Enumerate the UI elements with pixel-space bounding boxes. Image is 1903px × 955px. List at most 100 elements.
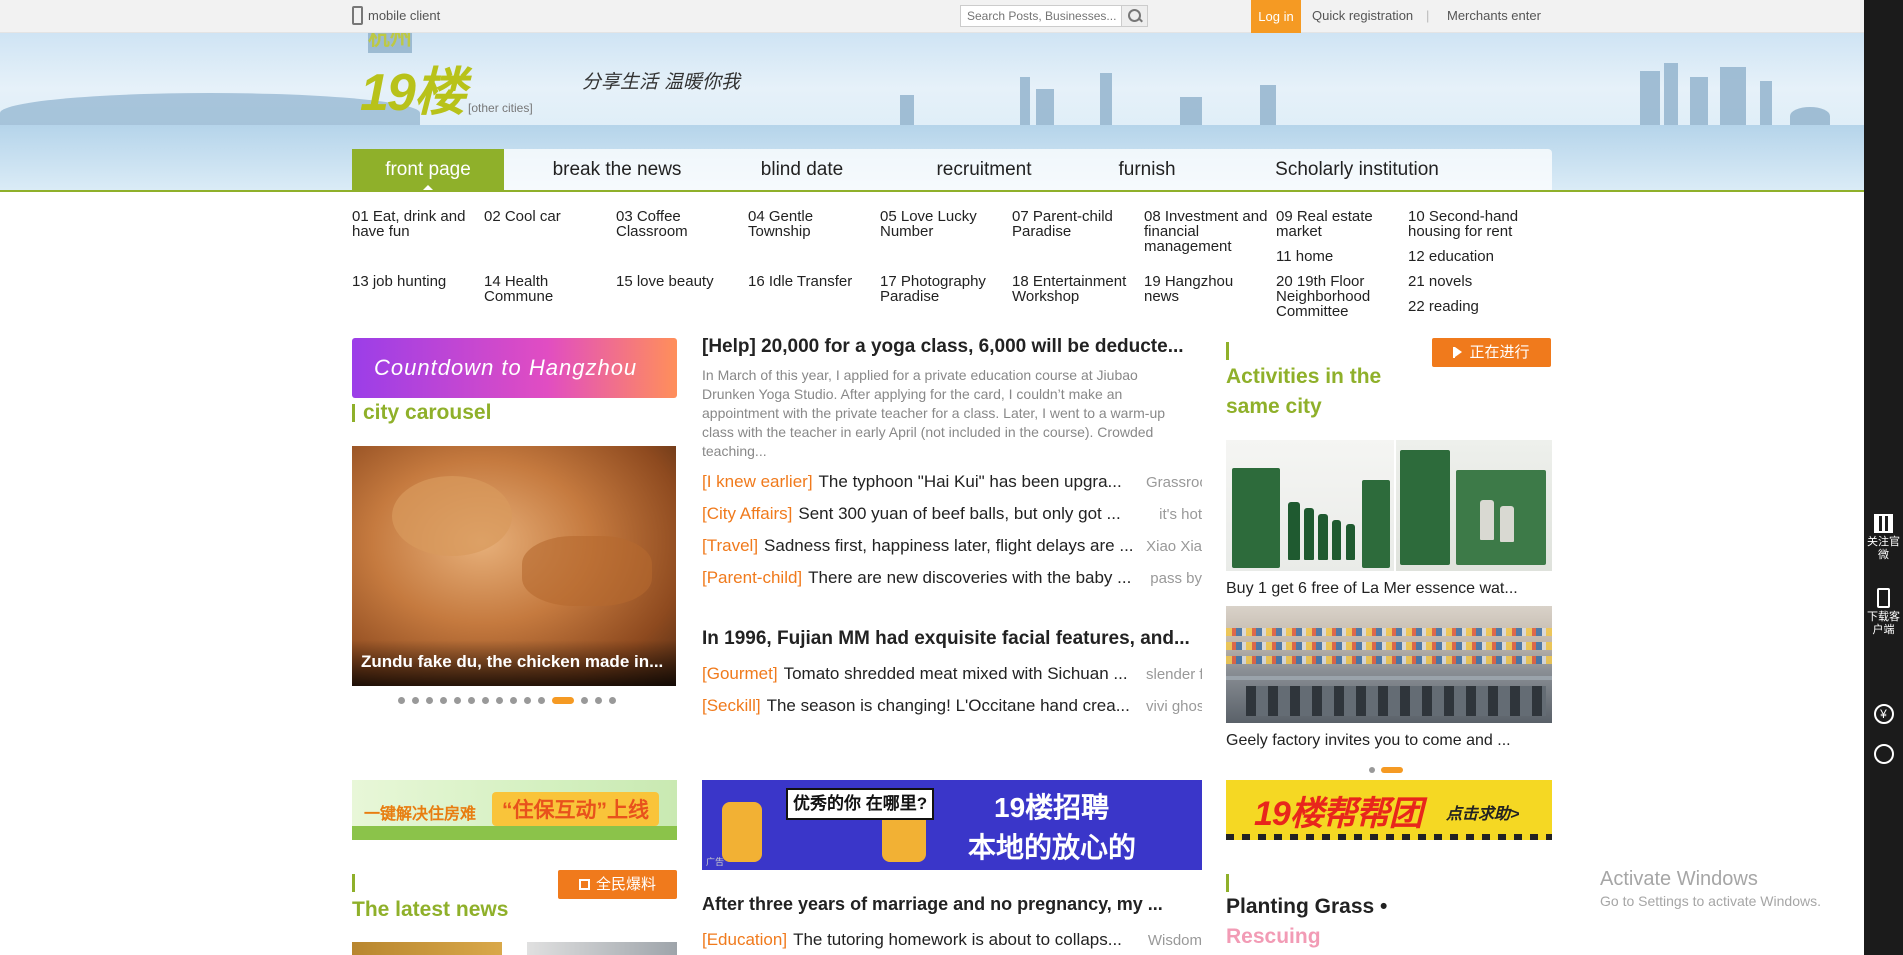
category-link[interactable]: 05 Love Lucky Number <box>880 209 1008 239</box>
category-link[interactable]: 12 education <box>1408 249 1536 264</box>
news-tag[interactable]: [Travel] <box>702 536 758 555</box>
news-tag[interactable]: [Parent-child] <box>702 568 802 587</box>
help-group-ad-banner[interactable]: 19楼帮帮团 点击求助> <box>1226 780 1552 840</box>
carousel-dot[interactable] <box>496 697 503 704</box>
nav-furnish[interactable]: furnish <box>1102 149 1192 191</box>
news-tag[interactable]: [City Affairs] <box>702 504 792 523</box>
carousel-dot[interactable] <box>440 697 447 704</box>
nav-front-page[interactable]: front page <box>352 149 504 191</box>
carousel-dot[interactable] <box>426 697 433 704</box>
nav-scholarly-institution[interactable]: Scholarly institution <box>1267 149 1447 191</box>
news-title[interactable]: Tomato shredded meat mixed with Sichuan … <box>784 664 1128 683</box>
news-row[interactable]: [I knew earlier] The typhoon "Hai Kui" ha… <box>702 472 1202 492</box>
headline-2[interactable]: In 1996, Fujian MM had exquisite facial … <box>702 628 1202 650</box>
news-row[interactable]: [Parent-child] There are new discoveries … <box>702 568 1202 588</box>
ongoing-button[interactable]: 正在进行 <box>1432 338 1551 367</box>
section-bar <box>352 874 355 892</box>
headline-1[interactable]: [Help] 20,000 for a yoga class, 6,000 wi… <box>702 336 1202 358</box>
activity-caption-2[interactable]: Geely factory invites you to come and ..… <box>1226 732 1552 750</box>
news-tag[interactable]: [I knew earlier] <box>702 472 813 491</box>
site-logo[interactable]: 19楼 杭州 <box>360 33 466 119</box>
carousel-dot[interactable] <box>538 697 545 704</box>
carousel-dot-active[interactable] <box>1381 767 1403 773</box>
activity-dots <box>1369 767 1403 773</box>
carousel-dot[interactable] <box>454 697 461 704</box>
mobile-client-link[interactable]: mobile client <box>352 0 440 31</box>
carousel-dot[interactable] <box>524 697 531 704</box>
category-link[interactable]: 19 Hangzhou news <box>1144 274 1272 304</box>
carousel-dot[interactable] <box>468 697 475 704</box>
category-link[interactable]: 07 Parent-child Paradise <box>1012 209 1140 239</box>
news-title[interactable]: The tutoring homework is about to collap… <box>793 930 1122 949</box>
customer-service-button[interactable] <box>1864 744 1903 764</box>
news-row[interactable]: [City Affairs] Sent 300 yuan of beef ball… <box>702 504 1202 524</box>
news-row[interactable]: [Seckill] The season is changing! L'Occit… <box>702 696 1202 716</box>
category-link[interactable]: 14 Health Commune <box>484 274 612 304</box>
category-link[interactable]: 16 Idle Transfer <box>748 274 876 289</box>
recruitment-ad-banner[interactable]: 优秀的你 在哪里? 19楼招聘 本地的放心的 广告 <box>702 780 1202 870</box>
report-news-button[interactable]: 全民爆料 <box>558 870 677 899</box>
headline-3[interactable]: After three years of marriage and no pre… <box>702 894 1202 915</box>
category-link[interactable]: 13 job hunting <box>352 274 480 289</box>
merchants-enter-link[interactable]: Merchants enter <box>1447 0 1541 31</box>
carousel-dot[interactable] <box>412 697 419 704</box>
carousel-dot[interactable] <box>510 697 517 704</box>
yen-button[interactable]: ¥ <box>1864 704 1903 724</box>
category-link[interactable]: 04 Gentle Township <box>748 209 876 239</box>
category-link[interactable]: 09 Real estate market <box>1276 209 1404 239</box>
category-link[interactable]: 11 home <box>1276 249 1404 264</box>
category-link[interactable]: 02 Cool car <box>484 209 612 224</box>
activity-image-factory[interactable] <box>1226 606 1552 723</box>
news-row[interactable]: [Education] The tutoring homework is abou… <box>702 930 1202 950</box>
category-link[interactable]: 15 love beauty <box>616 274 744 289</box>
latest-news-thumbnail[interactable] <box>352 942 502 955</box>
category-link[interactable]: 17 Photography Paradise <box>880 274 1008 304</box>
follow-official-button[interactable]: 关注官微 <box>1864 514 1903 562</box>
carousel-dot[interactable] <box>595 697 602 704</box>
carousel-caption[interactable]: Zundu fake du, the chicken made in... <box>352 640 676 686</box>
carousel-dot[interactable] <box>609 697 616 704</box>
carousel-dot[interactable] <box>581 697 588 704</box>
other-cities-link[interactable]: [other cities] <box>468 101 533 115</box>
category-link[interactable]: 18 Entertainment Workshop <box>1012 274 1140 304</box>
news-tag[interactable]: [Education] <box>702 930 787 949</box>
news-row[interactable]: [Travel] Sadness first, happiness later, … <box>702 536 1202 556</box>
search-input[interactable] <box>961 6 1121 26</box>
nav-break-the-news[interactable]: break the news <box>542 149 692 191</box>
news-title[interactable]: There are new discoveries with the baby … <box>808 568 1131 587</box>
category-link[interactable]: 01 Eat, drink and have fun <box>352 209 480 239</box>
carousel-dot-active[interactable] <box>552 697 574 704</box>
activity-image-lamer[interactable] <box>1226 440 1394 571</box>
news-title[interactable]: The season is changing! L'Occitane hand … <box>767 696 1130 715</box>
housing-ad-banner[interactable]: 一键解决住房难 “住保互动”上线 <box>352 780 677 840</box>
category-link[interactable]: 03 Coffee Classroom <box>616 209 744 239</box>
news-tag[interactable]: [Seckill] <box>702 696 761 715</box>
carousel-image[interactable]: Zundu fake du, the chicken made in... <box>352 446 676 686</box>
category-link[interactable]: 20 19th Floor Neighborhood Committee <box>1276 274 1404 319</box>
news-title[interactable]: The typhoon "Hai Kui" has been upgra... <box>819 472 1122 491</box>
carousel-dot[interactable] <box>1369 767 1375 773</box>
download-client-button[interactable]: 下载客户端 <box>1864 588 1903 637</box>
news-title[interactable]: Sadness first, happiness later, flight d… <box>764 536 1133 555</box>
nav-underline <box>0 190 1864 192</box>
qr-code-icon <box>1874 514 1893 533</box>
carousel-dot[interactable] <box>398 697 405 704</box>
quick-registration-link[interactable]: Quick registration <box>1312 0 1413 31</box>
ad1-text: 一键解决住房难 <box>364 806 477 823</box>
news-title[interactable]: Sent 300 yuan of beef balls, but only go… <box>798 504 1120 523</box>
nav-blind-date[interactable]: blind date <box>742 149 862 191</box>
category-link[interactable]: 22 reading <box>1408 299 1536 314</box>
search-icon[interactable] <box>1121 6 1147 26</box>
category-link[interactable]: 21 novels <box>1408 274 1536 289</box>
phone-icon <box>352 6 363 25</box>
carousel-dot[interactable] <box>482 697 489 704</box>
latest-news-thumbnail[interactable] <box>527 942 677 955</box>
news-row[interactable]: [Gourmet] Tomato shredded meat mixed with… <box>702 664 1202 684</box>
nav-recruitment[interactable]: recruitment <box>919 149 1049 191</box>
activity-caption-1[interactable]: Buy 1 get 6 free of La Mer essence wat..… <box>1226 580 1552 598</box>
countdown-banner[interactable]: Countdown to Hangzhou <box>352 338 677 398</box>
activity-image-lamer-box[interactable] <box>1396 440 1552 571</box>
category-link[interactable]: 08 Investment and financial management <box>1144 209 1272 254</box>
news-tag[interactable]: [Gourmet] <box>702 664 778 683</box>
category-link[interactable]: 10 Second-hand housing for rent <box>1408 209 1536 239</box>
